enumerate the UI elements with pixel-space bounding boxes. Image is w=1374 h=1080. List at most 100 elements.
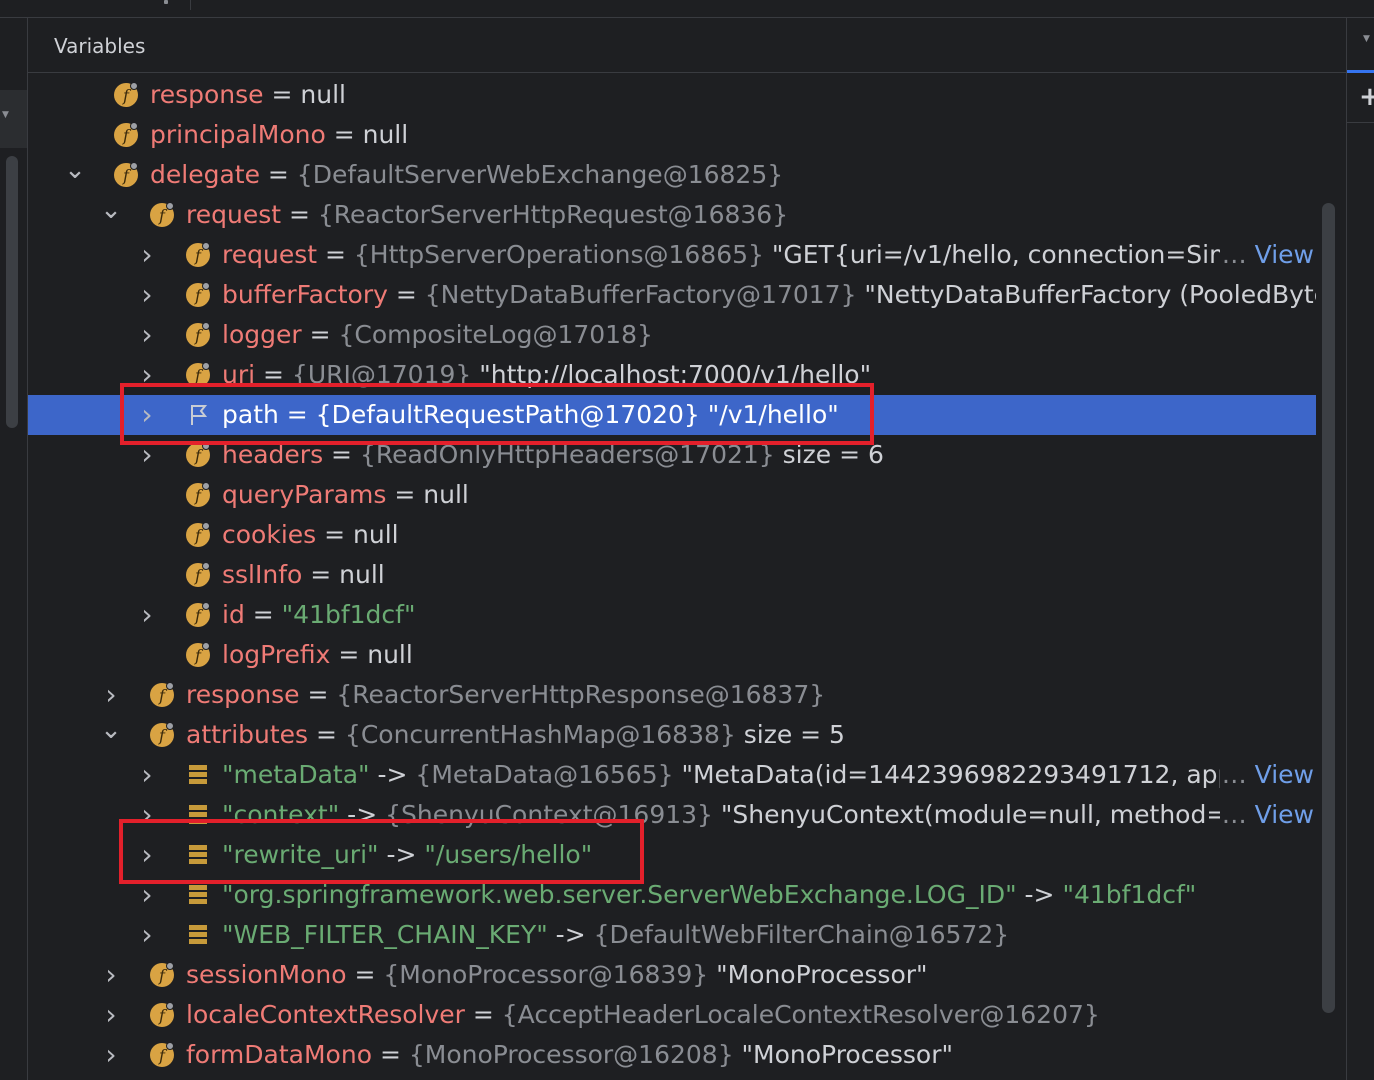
left-scrollbar-thumb[interactable] <box>6 156 18 428</box>
text-segment: = null <box>263 80 346 109</box>
chevron-right-icon[interactable]: › <box>99 995 123 1035</box>
chevron-right-icon[interactable]: › <box>135 915 159 955</box>
tree-row[interactable]: › f response = {ReactorServerHttpResponse@… <box>28 675 1316 715</box>
view-link[interactable]: … View <box>1219 755 1314 795</box>
view-link[interactable]: … View <box>1219 235 1314 275</box>
chevron-right-icon[interactable]: › <box>99 675 123 715</box>
text-segment: request <box>186 200 282 229</box>
variables-tree[interactable]: f response = null f principalMono = null ⌄ f d… <box>28 75 1316 1080</box>
text-segment: "/users/hello" <box>424 840 593 869</box>
tree-row[interactable]: f sslInfo = null <box>28 555 1316 595</box>
top-toolbar-strip <box>0 0 1374 18</box>
chevron-down-icon[interactable]: ⌄ <box>99 195 123 235</box>
tree-row[interactable]: › f id = "41bf1dcf" <box>28 595 1316 635</box>
tree-row[interactable]: f queryParams = null <box>28 475 1316 515</box>
tree-row[interactable]: ⌄ f request = {ReactorServerHttpRequest@16… <box>28 195 1316 235</box>
text-segment: = <box>323 440 360 469</box>
text-segment: = null <box>386 480 469 509</box>
active-tab-indicator <box>1347 70 1374 73</box>
view-link[interactable]: … View <box>1219 795 1314 835</box>
tree-row[interactable]: ⌄ f delegate = {DefaultServerWebExchange@1… <box>28 155 1316 195</box>
chevron-right-icon[interactable]: › <box>135 435 159 475</box>
tree-row-text: response = null <box>150 75 346 115</box>
tree-row[interactable]: › "metaData" -> {MetaData@16565} "MetaDat… <box>28 755 1316 795</box>
map-entry-icon <box>185 882 211 908</box>
tree-row[interactable]: f cookies = null <box>28 515 1316 555</box>
field-icon: f <box>185 562 211 588</box>
tree-row[interactable]: › f localeContextResolver = {AcceptHeaderL… <box>28 995 1316 1035</box>
tree-row-text: logger = {CompositeLog@17018} <box>222 315 653 355</box>
tree-row-text: sslInfo = null <box>222 555 385 595</box>
field-icon: f <box>185 322 211 348</box>
text-segment: principalMono <box>150 120 326 149</box>
tree-row[interactable]: f response = null <box>28 75 1316 115</box>
chevron-right-icon[interactable]: › <box>135 395 159 435</box>
chevron-right-icon[interactable]: › <box>135 875 159 915</box>
chevron-right-icon[interactable]: › <box>135 275 159 315</box>
tree-row[interactable]: › "context" -> {ShenyuContext@16913} "She… <box>28 795 1316 835</box>
tree-row[interactable]: › f headers = {ReadOnlyHttpHeaders@17021} … <box>28 435 1316 475</box>
text-segment: {ReactorServerHttpRequest@16836} <box>317 200 789 229</box>
chevron-right-icon[interactable]: › <box>135 755 159 795</box>
text-segment: = <box>281 200 318 229</box>
chevron-down-icon[interactable]: ▼ <box>2 110 9 120</box>
tree-row-text: attributes = {ConcurrentHashMap@16838} s… <box>186 715 845 755</box>
text-segment: "MonoProcessor" <box>708 960 928 989</box>
tree-row-text: sessionMono = {MonoProcessor@16839} "Mon… <box>186 955 928 995</box>
field-icon: f <box>149 1002 175 1028</box>
text-segment: cookies <box>222 520 317 549</box>
tree-row[interactable]: › path = {DefaultRequestPath@17020} "/v1/… <box>28 395 1316 435</box>
tree-row[interactable]: › f request = {HttpServerOperations@16865}… <box>28 235 1316 275</box>
toolbar-divider <box>190 0 191 10</box>
chevron-down-icon[interactable]: ⌄ <box>63 155 87 195</box>
text-segment: "MetaData(id=1442396982293491712, appNa <box>673 760 1268 789</box>
chevron-right-icon[interactable]: › <box>99 1035 123 1075</box>
text-segment: sessionMono <box>186 960 347 989</box>
chevron-right-icon[interactable]: › <box>135 315 159 355</box>
text-segment: response <box>150 80 264 109</box>
tree-row[interactable]: › "WEB_FILTER_CHAIN_KEY" -> {DefaultWebFi… <box>28 915 1316 955</box>
tree-row[interactable]: f logPrefix = null <box>28 635 1316 675</box>
text-segment: -> <box>378 840 425 869</box>
text-segment: -> <box>1016 880 1063 909</box>
chevron-right-icon[interactable]: › <box>99 955 123 995</box>
tree-scrollbar-thumb[interactable] <box>1322 203 1335 1013</box>
text-segment: "41bf1dcf" <box>1062 880 1197 909</box>
text-segment: formDataMono <box>186 1040 372 1069</box>
add-watch-icon[interactable]: + <box>1359 82 1374 112</box>
tree-row-text: response = {ReactorServerHttpResponse@16… <box>186 675 825 715</box>
field-icon: f <box>185 482 211 508</box>
field-icon: f <box>185 442 211 468</box>
tree-row[interactable]: › f logger = {CompositeLog@17018} <box>28 315 1316 355</box>
tree-row[interactable]: › f uri = {URI@17019} "http://localhost:70… <box>28 355 1316 395</box>
text-segment: = <box>346 960 384 989</box>
tree-row[interactable]: f principalMono = null <box>28 115 1316 155</box>
text-segment: localeContextResolver <box>186 1000 465 1029</box>
text-segment: {MonoProcessor@16839} <box>383 960 709 989</box>
tree-row[interactable]: › "rewrite_uri" -> "/users/hello" <box>28 835 1316 875</box>
tree-row[interactable]: ⌄ f attributes = {ConcurrentHashMap@16838}… <box>28 715 1316 755</box>
chevron-right-icon[interactable]: › <box>135 835 159 875</box>
tree-row[interactable]: › "org.springframework.web.server.ServerW… <box>28 875 1316 915</box>
text-segment: id <box>222 600 245 629</box>
text-segment: "WEB_FILTER_CHAIN_KEY" <box>222 920 548 949</box>
tree-row[interactable]: › f bufferFactory = {NettyDataBufferFactor… <box>28 275 1316 315</box>
field-icon: f <box>185 362 211 388</box>
field-icon: f <box>149 682 175 708</box>
chevron-right-icon[interactable]: › <box>135 235 159 275</box>
tree-row[interactable]: › f formDataMono = {MonoProcessor@16208} "… <box>28 1035 1316 1075</box>
chevron-right-icon[interactable]: › <box>135 355 159 395</box>
right-gutter: ▼ + <box>1346 18 1374 1080</box>
more-icon[interactable] <box>164 0 168 4</box>
chevron-down-icon[interactable]: ▼ <box>1363 34 1370 44</box>
chevron-right-icon[interactable]: › <box>135 795 159 835</box>
tree-row-text: headers = {ReadOnlyHttpHeaders@17021} si… <box>222 435 884 475</box>
text-segment: = <box>387 280 425 309</box>
chevron-down-icon[interactable]: ⌄ <box>99 715 123 755</box>
tree-row[interactable]: › f sessionMono = {MonoProcessor@16839} "M… <box>28 955 1316 995</box>
field-icon: f <box>113 162 139 188</box>
text-segment: "NettyDataBufferFactory (PooledByteB <box>856 280 1316 309</box>
text-segment: "MonoProcessor" <box>733 1040 953 1069</box>
text-segment: uri <box>222 360 256 389</box>
chevron-right-icon[interactable]: › <box>135 595 159 635</box>
